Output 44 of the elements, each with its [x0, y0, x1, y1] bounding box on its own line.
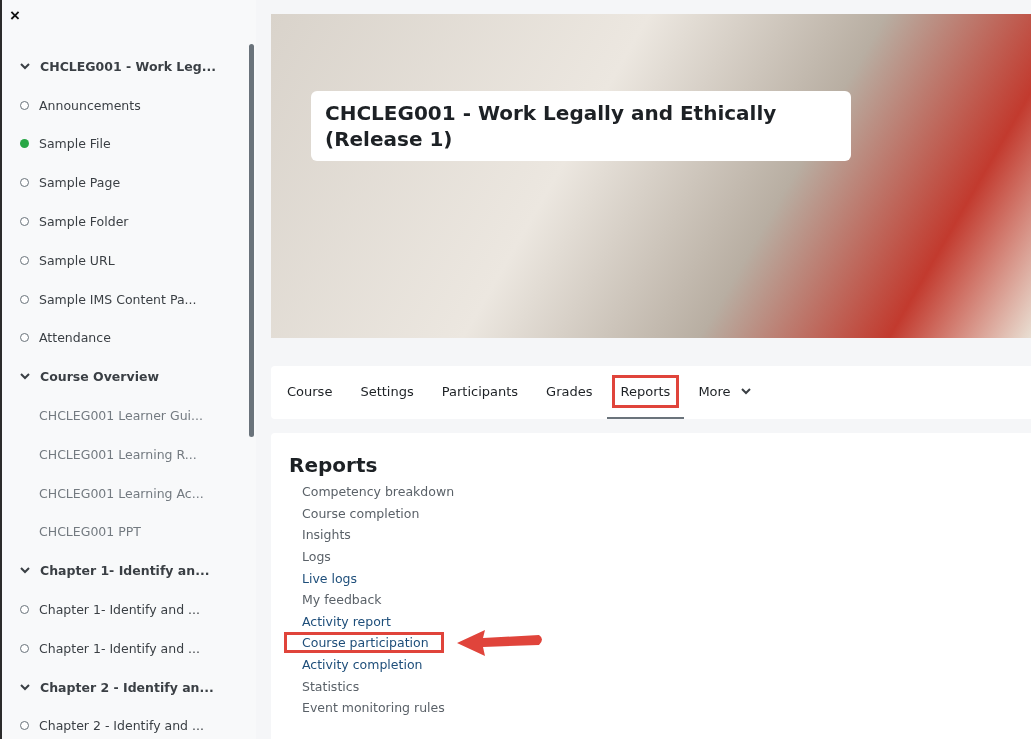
nav-tab[interactable]: Participants: [427, 366, 533, 419]
report-link[interactable]: Course participation: [287, 635, 441, 651]
report-link[interactable]: Live logs: [302, 570, 358, 586]
activity-link[interactable]: Sample File: [39, 136, 111, 152]
chevron-down-icon[interactable]: [20, 373, 30, 381]
nav-tab[interactable]: Reports: [606, 366, 685, 419]
activity-link[interactable]: Sample Page: [39, 175, 121, 191]
report-link[interactable]: My feedback: [302, 592, 382, 608]
report-link[interactable]: Activity completion: [302, 657, 423, 673]
activity-link[interactable]: Chapter 1- Identify and ...: [39, 640, 200, 656]
nav-tab[interactable]: More: [684, 366, 759, 419]
section-title[interactable]: Chapter 1- Identify an...: [40, 563, 210, 579]
scrollbar[interactable]: [249, 44, 254, 437]
section-title[interactable]: CHCLEG001 - Work Leg...: [40, 58, 216, 74]
activity-link[interactable]: Announcements: [39, 97, 141, 113]
report-link[interactable]: Course completion: [302, 505, 420, 521]
report-link[interactable]: Competency breakdown: [302, 484, 455, 500]
course-title: CHCLEG001 - Work Legally and Ethically (Release 1): [311, 91, 851, 161]
chevron-down-icon[interactable]: [20, 567, 30, 575]
activity-link[interactable]: CHCLEG001 Learning Ac...: [39, 485, 204, 501]
activity-link[interactable]: Chapter 1- Identify and ...: [39, 602, 200, 618]
close-button[interactable]: ×: [10, 6, 20, 26]
activity-link[interactable]: Attendance: [39, 330, 111, 346]
report-link[interactable]: Statistics: [302, 678, 360, 694]
nav-tab[interactable]: Course: [273, 366, 347, 419]
activity-link[interactable]: Chapter 2 - Identify and ...: [39, 718, 204, 734]
chevron-down-icon[interactable]: [20, 62, 30, 70]
nav-tab[interactable]: Grades: [532, 366, 607, 419]
page-heading: Reports: [289, 453, 379, 477]
activity-link[interactable]: Sample URL: [39, 252, 115, 268]
report-link[interactable]: Insights: [302, 527, 351, 543]
report-link[interactable]: Activity report: [302, 613, 391, 629]
section-title[interactable]: Chapter 2 - Identify an...: [40, 679, 214, 695]
chevron-down-icon[interactable]: [20, 683, 30, 691]
report-link[interactable]: Event monitoring rules: [302, 700, 445, 716]
section-title[interactable]: Course Overview: [40, 369, 159, 385]
report-link[interactable]: Logs: [302, 549, 331, 565]
activity-link[interactable]: CHCLEG001 Learner Gui...: [39, 408, 203, 424]
activity-link[interactable]: Sample Folder: [39, 214, 129, 230]
nav-tab[interactable]: Settings: [346, 366, 428, 419]
chevron-down-icon[interactable]: [740, 388, 751, 395]
activity-link[interactable]: CHCLEG001 Learning R...: [39, 446, 197, 462]
activity-link[interactable]: Sample IMS Content Pa...: [39, 291, 197, 307]
activity-link[interactable]: CHCLEG001 PPT: [39, 524, 141, 540]
